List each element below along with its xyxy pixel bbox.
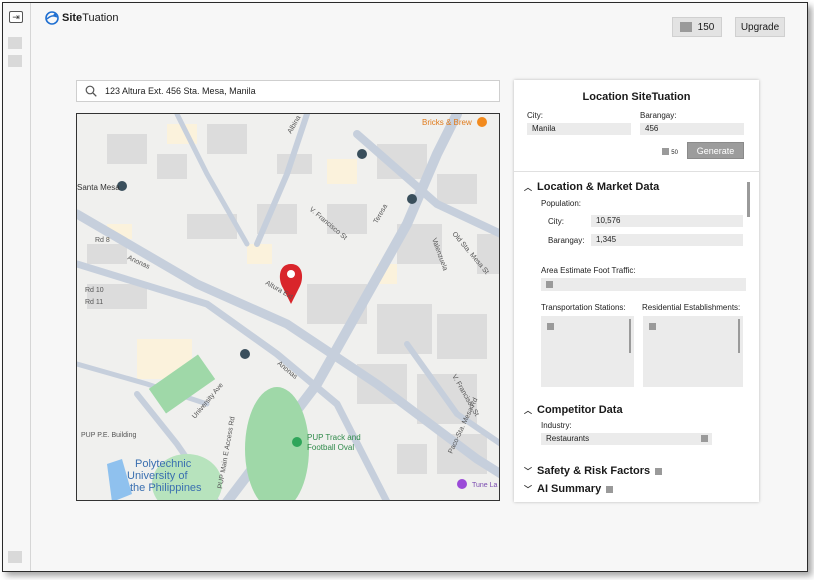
app-logo[interactable]: SiteTuation [45, 11, 118, 25]
map-label: Rd 10 [85, 287, 104, 294]
placeholder-icon [649, 323, 656, 330]
foot-traffic-field [541, 278, 746, 291]
barangay-field[interactable]: 456 [640, 123, 744, 135]
placeholder-icon [655, 467, 663, 475]
credits-count: 150 [697, 21, 715, 33]
location-panel: Location SiteTuation City: Manila Barang… [514, 80, 759, 502]
city-field[interactable]: Manila [527, 123, 631, 135]
industry-select[interactable]: Restaurants [541, 433, 712, 445]
credits-icon [679, 22, 692, 32]
map-label: Rd 11 [85, 299, 103, 306]
placeholder-icon [546, 281, 553, 288]
app-window: ⇥ SiteTuation 150 Upgrade 123 Altura Ext… [2, 2, 808, 572]
list-scrollbar[interactable] [738, 319, 740, 353]
residential-label: Residential Establishments: [642, 303, 741, 312]
population-city-field: 10,576 [591, 215, 743, 227]
placeholder-icon [547, 323, 554, 330]
brand-name: SiteTuation [62, 12, 119, 24]
generate-button[interactable]: Generate [687, 142, 744, 159]
map-label: Santa Mesa [77, 183, 120, 192]
list-scrollbar[interactable] [629, 319, 631, 353]
map-label: PUP Track and [307, 433, 361, 442]
transport-list[interactable] [541, 316, 634, 387]
search-icon [85, 85, 97, 97]
foot-traffic-label: Area Estimate Foot Traffic: [541, 266, 636, 275]
chevron-down-icon: ﹀ [524, 466, 532, 476]
globe-logo-icon [45, 11, 59, 25]
search-input[interactable]: 123 Altura Ext. 456 Sta. Mesa, Manila [105, 86, 256, 96]
nav-bottom-icon[interactable] [8, 551, 22, 563]
residential-list[interactable] [643, 316, 743, 387]
section-safety-header[interactable]: ﹀ Safety & Risk Factors [524, 465, 663, 477]
map-label: Bricks & Brew [422, 118, 472, 127]
population-city-label: City: [548, 217, 564, 226]
address-search-bar[interactable]: 123 Altura Ext. 456 Sta. Mesa, Manila [76, 80, 500, 102]
map-view[interactable]: Bricks & Brew Albina Santa Mesa V. Franc… [76, 113, 500, 501]
left-rail: ⇥ [3, 3, 31, 571]
generate-cost: 50 [662, 147, 678, 156]
section-competitor-header[interactable]: ︿ Competitor Data [524, 404, 623, 416]
barangay-label: Barangay: [640, 111, 677, 120]
map-label: Football Oval [307, 443, 354, 452]
panel-scrollbar[interactable] [747, 182, 750, 217]
map-label: the Philippines [130, 482, 202, 494]
credits-button[interactable]: 150 [672, 17, 722, 37]
credits-icon [662, 148, 669, 156]
city-label: City: [527, 111, 543, 120]
map-label: PUP P.E. Building [81, 432, 136, 439]
placeholder-icon [606, 485, 614, 493]
chevron-down-icon: ﹀ [524, 484, 532, 494]
industry-label: Industry: [541, 421, 572, 430]
panel-title: Location SiteTuation [582, 91, 691, 103]
nav-item-icon[interactable] [8, 55, 22, 67]
nav-item-icon[interactable] [8, 37, 22, 49]
dropdown-icon [701, 435, 708, 442]
section-ai-header[interactable]: ﹀ AI Summary [524, 483, 614, 495]
transport-label: Transportation Stations: [541, 303, 626, 312]
map-canvas[interactable]: Bricks & Brew Albina Santa Mesa V. Franc… [77, 114, 500, 501]
chevron-up-icon: ︿ [524, 182, 532, 192]
chevron-up-icon: ︿ [524, 405, 532, 415]
population-barangay-field: 1,345 [591, 234, 743, 246]
map-label: Polytechnic [135, 458, 192, 470]
divider [514, 171, 759, 172]
population-barangay-label: Barangay: [548, 236, 585, 245]
population-label: Population: [541, 199, 582, 208]
section-market-header[interactable]: ︿ Location & Market Data [524, 181, 659, 193]
map-label: Tune La [472, 482, 498, 489]
upgrade-button[interactable]: Upgrade [735, 17, 785, 37]
collapse-sidebar-icon[interactable]: ⇥ [9, 11, 23, 23]
map-label: University of [127, 470, 188, 482]
map-label: Rd 8 [95, 237, 110, 244]
